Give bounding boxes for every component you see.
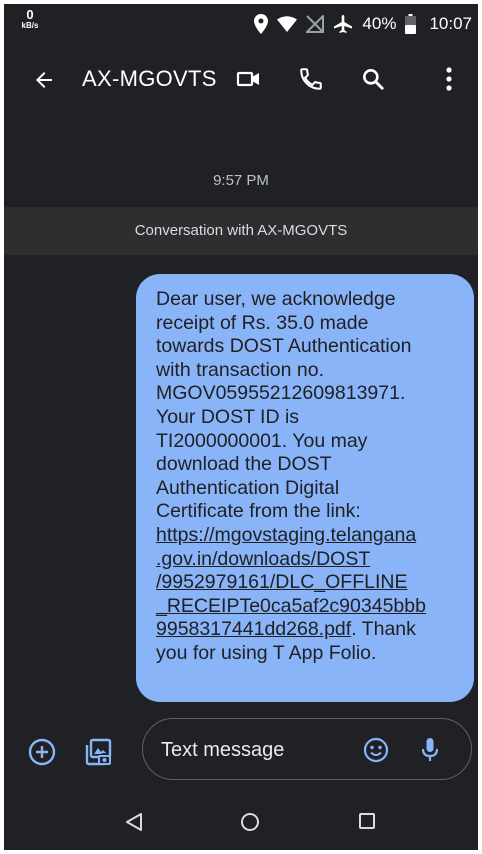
certificate-link[interactable]: /9952979161/DLC_OFFLINE: [156, 571, 407, 593]
conversation-banner: Conversation with AX-MGOVTS: [4, 207, 478, 255]
phone-call-icon[interactable]: [298, 66, 324, 97]
gallery-icon[interactable]: [84, 737, 114, 772]
app-bar: AX-MGOVTS: [4, 44, 478, 116]
message-link-line[interactable]: https://mgovstaging.telangana: [156, 524, 464, 548]
composer-bar: [4, 714, 478, 786]
message-link-line[interactable]: /9952979161/DLC_OFFLINE: [156, 571, 464, 595]
nav-back-icon[interactable]: [125, 812, 143, 837]
message-line: MGOV05955212609813971.: [156, 382, 406, 405]
status-time: 10:07: [429, 14, 472, 33]
airplane-mode-icon: [333, 14, 353, 34]
message-link-line[interactable]: .gov.in/downloads/DOST: [156, 548, 464, 572]
message-link-line[interactable]: _RECEIPTe0ca5af2c90345bbb: [156, 595, 464, 619]
back-arrow-icon[interactable]: [32, 68, 56, 97]
certificate-link[interactable]: .gov.in/downloads/DOST: [156, 548, 370, 570]
certificate-link[interactable]: _RECEIPTe0ca5af2c90345bbb: [156, 595, 426, 617]
message-line: Authentication Digital: [156, 476, 340, 499]
battery-icon: [405, 14, 417, 34]
message-link-line[interactable]: 9958317441dd268.pdf. Thank: [156, 618, 464, 642]
emoji-icon[interactable]: [363, 737, 389, 768]
certificate-link[interactable]: 9958317441dd268.pdf: [156, 618, 351, 640]
text-message-input[interactable]: [159, 733, 353, 767]
messages-screen: 0 kB/s 40% 10:07 AX-MGOVTS 9:57 PM Conve…: [4, 4, 478, 850]
status-icons: 40% 10:07: [254, 12, 472, 36]
message-field[interactable]: [142, 718, 472, 780]
message-line: you for using T App Folio.: [156, 641, 377, 664]
navigation-bar: [4, 794, 478, 850]
message-line: Dear user, we acknowledge: [156, 288, 396, 310]
status-bar: 0 kB/s 40% 10:07: [4, 4, 478, 44]
message-line: towards DOST Authentication: [156, 335, 412, 358]
location-icon: [254, 14, 269, 34]
mic-icon[interactable]: [421, 737, 439, 768]
network-speed-value: 0: [26, 7, 34, 22]
network-speed-unit: kB/s: [21, 21, 39, 30]
message-timestamp: 9:57 PM: [213, 172, 269, 189]
nav-home-icon[interactable]: [240, 812, 260, 837]
search-icon[interactable]: [360, 66, 386, 97]
battery-percent: 40%: [362, 14, 397, 33]
wifi-icon: [277, 16, 298, 32]
message-line: Certificate from the link:: [156, 500, 361, 523]
message-line: Your DOST ID is: [156, 405, 300, 428]
add-icon[interactable]: [28, 738, 56, 771]
message-text: . Thank: [351, 618, 416, 641]
message-bubble[interactable]: Dear user, we acknowledge receipt of Rs.…: [136, 274, 474, 702]
message-line: download the DOST: [156, 453, 332, 476]
nav-recents-icon[interactable]: [358, 812, 376, 835]
message-line: with transaction no.: [156, 358, 325, 381]
more-vert-icon[interactable]: [445, 66, 453, 97]
conversation-title: AX-MGOVTS: [82, 66, 217, 91]
video-call-icon[interactable]: [236, 66, 262, 97]
message-line: TI2000000001. You may: [156, 429, 368, 452]
message-line: receipt of Rs. 35.0 made: [156, 311, 369, 334]
no-sim-icon: [306, 15, 325, 33]
network-speed: 0 kB/s: [15, 8, 45, 30]
certificate-link[interactable]: https://mgovstaging.telangana: [156, 524, 416, 546]
